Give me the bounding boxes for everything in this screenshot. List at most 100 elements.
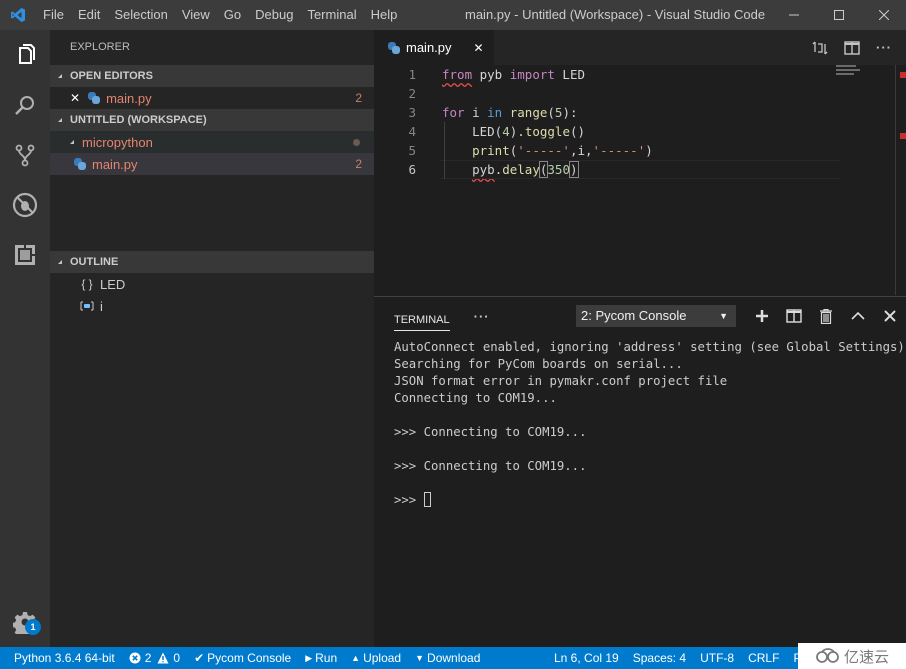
maximize-panel-button[interactable]: [842, 311, 874, 321]
run-button[interactable]: ▶ Run: [298, 647, 344, 669]
kill-terminal-button[interactable]: [810, 308, 842, 324]
terminal-line: AutoConnect enabled, ignoring 'address' …: [394, 340, 905, 354]
menu-debug[interactable]: Debug: [248, 0, 300, 30]
terminal-line: >>> Connecting to COM19...: [394, 425, 587, 439]
upload-button[interactable]: ▲ Upload: [344, 647, 408, 669]
python-interpreter[interactable]: Python 3.6.4 64-bit: [0, 647, 122, 669]
open-editors-header[interactable]: OPEN EDITORS: [50, 65, 374, 87]
watermark-text: 亿速云: [843, 648, 889, 666]
code-editor[interactable]: 1 from pyb import LED 2 3 for i in range…: [374, 65, 906, 179]
status-bar: Python 3.6.4 64-bit 2 0 ✔ Pycom Console …: [0, 647, 906, 669]
folder-item[interactable]: micropython: [50, 131, 374, 153]
terminal-selector[interactable]: 2: Pycom Console ▼: [576, 305, 736, 327]
line-number: 6: [408, 162, 416, 177]
dropdown-arrow-icon: ▼: [719, 311, 728, 321]
problems-indicator[interactable]: 2 0: [122, 647, 187, 669]
split-editor-icon: [844, 40, 860, 55]
vscode-logo-icon: [0, 0, 36, 30]
open-changes-button[interactable]: [804, 40, 836, 56]
terminal-prompt-line: >>>: [394, 492, 886, 509]
close-tab-icon[interactable]: ✕: [474, 41, 484, 55]
close-panel-button[interactable]: [874, 310, 906, 322]
indentation[interactable]: Spaces: 4: [626, 647, 693, 669]
maximize-icon: [833, 10, 844, 20]
warning-icon: [157, 652, 169, 664]
outline-item[interactable]: i: [50, 295, 374, 317]
folder-name: micropython: [82, 134, 153, 150]
folder-expanded-icon: [70, 140, 74, 144]
menu-terminal[interactable]: Terminal: [300, 0, 363, 30]
split-editor-button[interactable]: [836, 40, 868, 55]
terminal-output[interactable]: AutoConnect enabled, ignoring 'address' …: [374, 335, 906, 513]
menu-help[interactable]: Help: [364, 0, 405, 30]
play-icon: ▶: [305, 653, 313, 663]
activity-bar: 1: [0, 30, 50, 647]
tab-terminal[interactable]: TERMINAL: [394, 301, 450, 331]
outline-label: OUTLINE: [70, 256, 119, 268]
menu-selection[interactable]: Selection: [107, 0, 174, 30]
file-item[interactable]: main.py 2: [50, 153, 374, 175]
check-icon: ✔: [194, 651, 205, 665]
tab-main-py[interactable]: main.py ✕: [374, 30, 494, 65]
line-ending[interactable]: CRLF: [741, 647, 786, 669]
status-bar-right: Ln 6, Col 19 Spaces: 4 UTF-8 CRLF Py: [547, 647, 814, 669]
close-editor-icon[interactable]: ✕: [70, 91, 80, 105]
menu-file[interactable]: File: [36, 0, 71, 30]
files-icon: [19, 44, 35, 64]
run-label: Run: [315, 651, 338, 665]
activity-extensions[interactable]: [0, 230, 50, 280]
modified-dot-icon: [353, 138, 360, 146]
cursor-position[interactable]: Ln 6, Col 19: [547, 647, 626, 669]
pycom-console-button[interactable]: ✔ Pycom Console: [187, 647, 298, 669]
outline-item-label: LED: [100, 276, 126, 292]
split-terminal-button[interactable]: [778, 309, 810, 323]
line-number: 2: [408, 86, 416, 101]
terminal-selector-value: 2: Pycom Console: [581, 308, 687, 323]
warning-count: 0: [173, 651, 181, 665]
panel-actions: [746, 297, 906, 335]
tab-label: main.py: [406, 40, 452, 55]
menu-bar: File Edit Selection View Go Debug Termin…: [36, 0, 404, 30]
split-icon: [786, 309, 802, 323]
search-icon: [15, 96, 34, 115]
plus-icon: [756, 310, 768, 322]
encoding[interactable]: UTF-8: [693, 647, 741, 669]
download-button[interactable]: ▼ Download: [408, 647, 487, 669]
terminal-panel: TERMINAL ··· 2: Pycom Console ▼ AutoConn…: [374, 296, 906, 647]
outline-header[interactable]: OUTLINE: [50, 251, 374, 273]
maximize-button[interactable]: [816, 0, 861, 30]
minimize-button[interactable]: [771, 0, 816, 30]
source-control-icon: [15, 144, 35, 167]
new-terminal-button[interactable]: [746, 309, 778, 323]
code-line: 1 from pyb import LED: [374, 65, 906, 84]
file-name: main.py: [92, 156, 138, 172]
window-controls: [771, 0, 906, 30]
problem-count: 2: [355, 157, 362, 171]
line-number: 3: [408, 105, 416, 120]
activity-source-control[interactable]: [0, 130, 50, 180]
menu-edit[interactable]: Edit: [71, 0, 107, 30]
workspace-header[interactable]: UNTITLED (WORKSPACE): [50, 109, 374, 131]
open-editor-item[interactable]: ✕ main.py 2: [50, 87, 374, 109]
current-line-highlight: [440, 160, 840, 179]
close-window-button[interactable]: [861, 0, 906, 30]
line-text: from pyb import LED: [442, 67, 586, 82]
problem-count: 2: [355, 91, 362, 105]
cloud-logo-icon: [816, 648, 839, 663]
python-file-icon: [88, 92, 101, 104]
activity-debug[interactable]: [0, 180, 50, 230]
compare-changes-icon: [812, 41, 828, 54]
outline-item[interactable]: { } LED: [50, 273, 374, 295]
menu-go[interactable]: Go: [217, 0, 248, 30]
panel-more-button[interactable]: ···: [474, 309, 490, 324]
activity-explorer[interactable]: [0, 30, 50, 80]
settings-button[interactable]: 1: [0, 597, 50, 647]
minimap[interactable]: [836, 65, 866, 85]
line-text: print('-----',i,'-----'): [472, 143, 653, 158]
menu-view[interactable]: View: [175, 0, 217, 30]
download-arrow-icon: ▼: [415, 653, 425, 663]
activity-search[interactable]: [0, 80, 50, 130]
code-line-current: 6 pyb.delay(350): [374, 160, 906, 179]
more-actions-button[interactable]: ···: [868, 40, 900, 55]
